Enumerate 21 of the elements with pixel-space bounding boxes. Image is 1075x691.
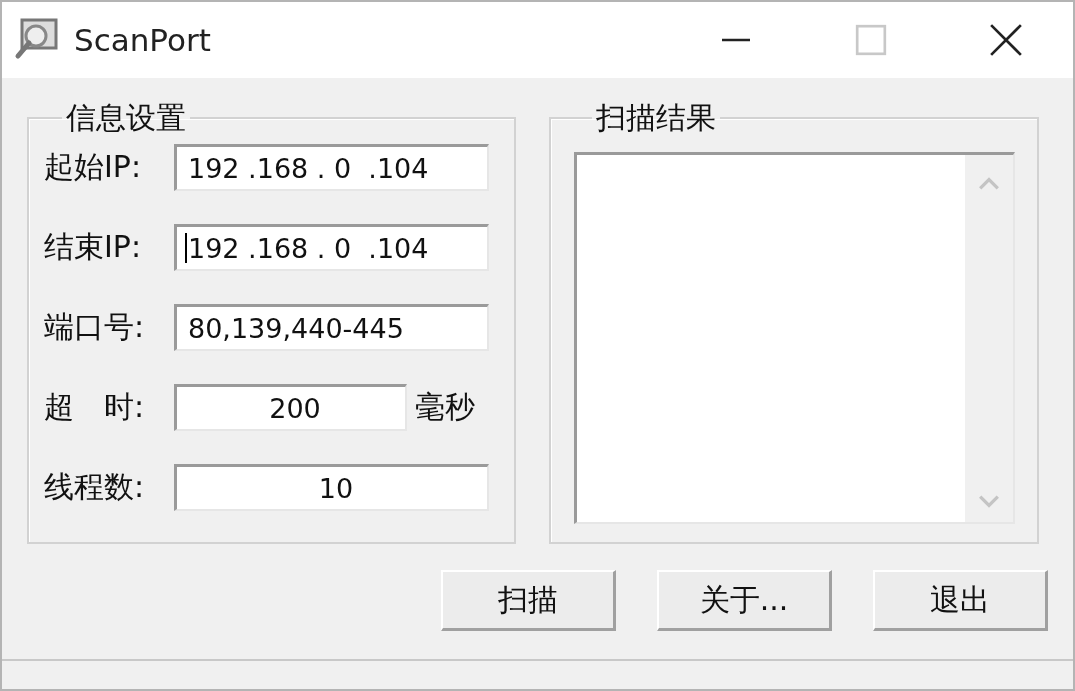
push-button[interactable]: 扫描 <box>441 570 616 631</box>
field-label: 端口号: <box>44 308 146 346</box>
result-list[interactable] <box>574 152 1015 524</box>
scroll-up-icon[interactable] <box>978 177 1000 191</box>
input-field[interactable]: 192 .168 . 0 .104 <box>174 224 489 271</box>
field-label: 线程数: <box>44 468 146 506</box>
input-field[interactable]: 200 <box>174 384 407 431</box>
input-field[interactable]: 80,139,440-445 <box>174 304 489 351</box>
push-button[interactable]: 关于... <box>657 570 832 631</box>
group-title: 扫描结果 <box>595 99 717 137</box>
window-title: ScanPort <box>74 22 211 58</box>
field-label: 结束IP: <box>44 228 143 266</box>
input-field[interactable]: 192 .168 . 0 .104 <box>174 144 489 191</box>
scroll-down-icon[interactable] <box>978 494 1000 508</box>
field-label: 起始IP: <box>44 148 143 186</box>
push-button[interactable]: 退出 <box>873 570 1048 631</box>
field-label: 超 时: <box>44 388 146 426</box>
input-field[interactable]: 10 <box>174 464 489 511</box>
group-title: 信息设置 <box>65 99 187 137</box>
unit-label: 毫秒 <box>415 388 475 426</box>
scrollbar[interactable] <box>965 155 1013 522</box>
